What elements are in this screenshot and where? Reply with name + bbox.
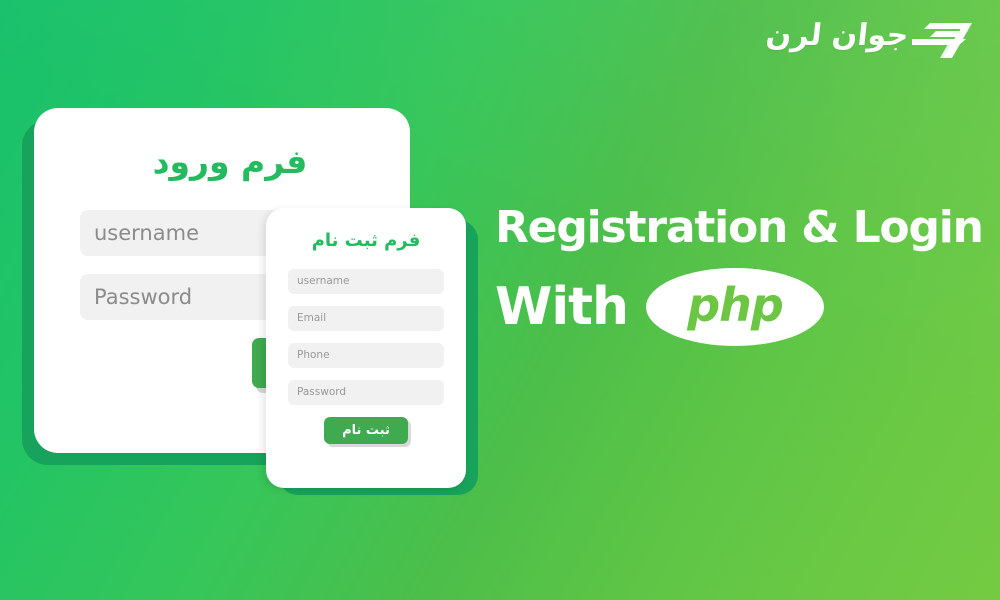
register-form-title: فرم ثبت نام	[311, 230, 421, 251]
register-email-input[interactable]	[288, 305, 444, 331]
php-logo-text: php	[687, 278, 784, 332]
login-form-title: فرم ورود	[152, 142, 308, 181]
banner-canvas: جوان لرن فرم ورود ورود	[0, 0, 1000, 600]
register-fields-group	[288, 268, 444, 405]
headline-primary-text: Registration & Login	[495, 202, 984, 253]
headline-secondary-row: With php	[495, 268, 975, 346]
headline-block: Registration & Login With php	[495, 202, 984, 346]
brand-name: جوان لرن	[763, 18, 910, 53]
wing-speed-lines-icon	[912, 14, 974, 58]
register-username-input[interactable]	[288, 268, 444, 294]
brand-logo[interactable]: جوان لرن	[763, 14, 974, 58]
register-form-card: فرم ثبت نام ثبت نام	[266, 208, 466, 488]
register-password-input[interactable]	[288, 379, 444, 405]
headline-with-word: With	[495, 277, 629, 337]
register-phone-input[interactable]	[288, 342, 444, 368]
register-button-row: ثبت نام	[288, 416, 444, 444]
php-logo-icon: php	[646, 268, 825, 346]
register-submit-button[interactable]: ثبت نام	[324, 416, 408, 444]
